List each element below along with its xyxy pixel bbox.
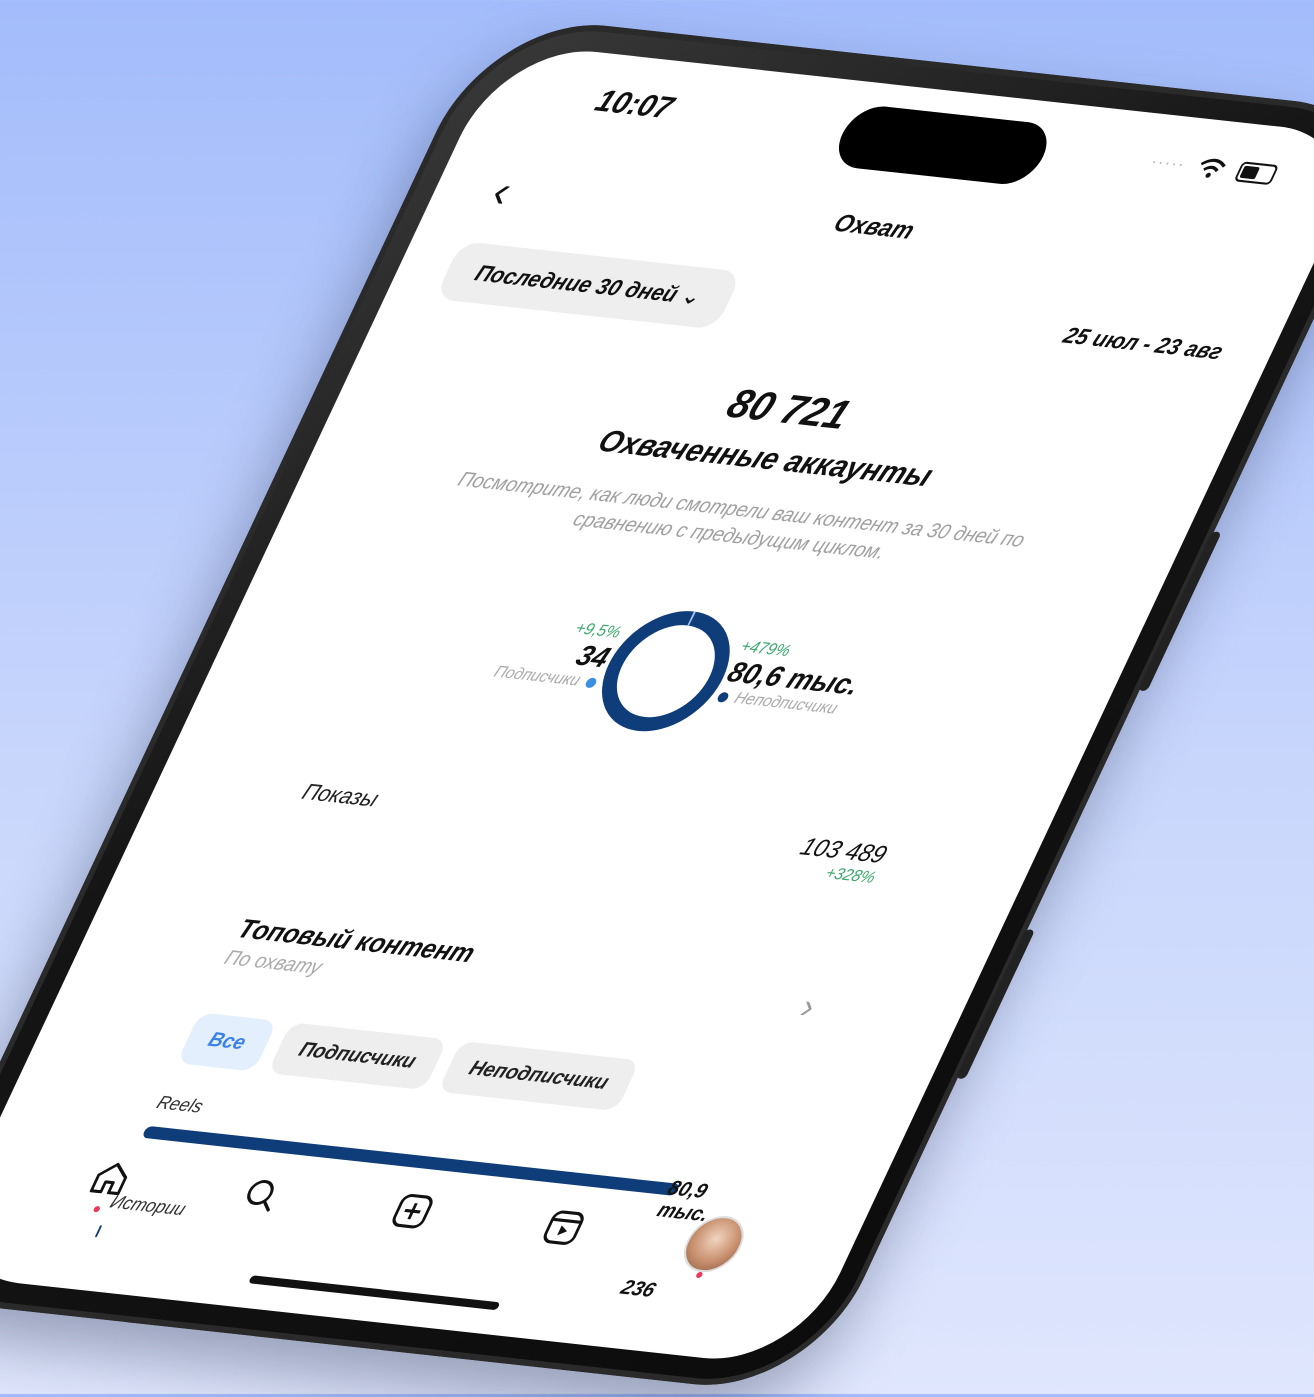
create-icon [392,1194,433,1229]
tab-reels[interactable] [521,1195,606,1261]
chevron-right-icon[interactable]: › [794,987,823,1027]
wifi-icon [1201,158,1227,178]
chevron-down-icon: ⌄ [676,282,707,310]
period-label: Последние 30 дней [470,260,683,307]
tab-search[interactable] [219,1162,304,1228]
notification-dot [92,1205,101,1213]
tab-create[interactable] [370,1178,455,1244]
date-range: 25 июл - 23 авг [1059,322,1228,365]
impressions-row: Показы 103 489 +328% [134,763,1035,928]
period-dropdown[interactable]: Последние 30 дней ⌄ [434,241,743,330]
impressions-label: Показы [298,778,384,812]
chip-followers[interactable]: Подписчики [266,1022,448,1091]
tab-home[interactable] [68,1145,153,1213]
reels-icon [543,1210,584,1245]
bar-label-reels: Reels [153,1091,207,1117]
status-icons: ····· [1147,151,1280,185]
status-time: 10:07 [589,84,679,126]
audience-breakdown: +9,5% 34 Подписчики +479% 80,6 тыс. Непо… [192,559,1130,803]
notification-dot [695,1271,704,1279]
search-icon [247,1180,275,1212]
chip-non-followers[interactable]: Неподписчики [437,1040,641,1112]
signal-icon: ····· [1146,150,1190,175]
dynamic-island [827,103,1058,188]
battery-icon [1233,160,1280,185]
profile-avatar [674,1213,754,1275]
phone-device: 10:07 ····· ‹ Охват Последние 30 дней ⌄ … [0,13,1314,1397]
bar-fill-stories [94,1225,102,1238]
tab-profile[interactable] [671,1211,756,1279]
chip-all[interactable]: Все [176,1012,278,1072]
home-icon [89,1162,127,1196]
